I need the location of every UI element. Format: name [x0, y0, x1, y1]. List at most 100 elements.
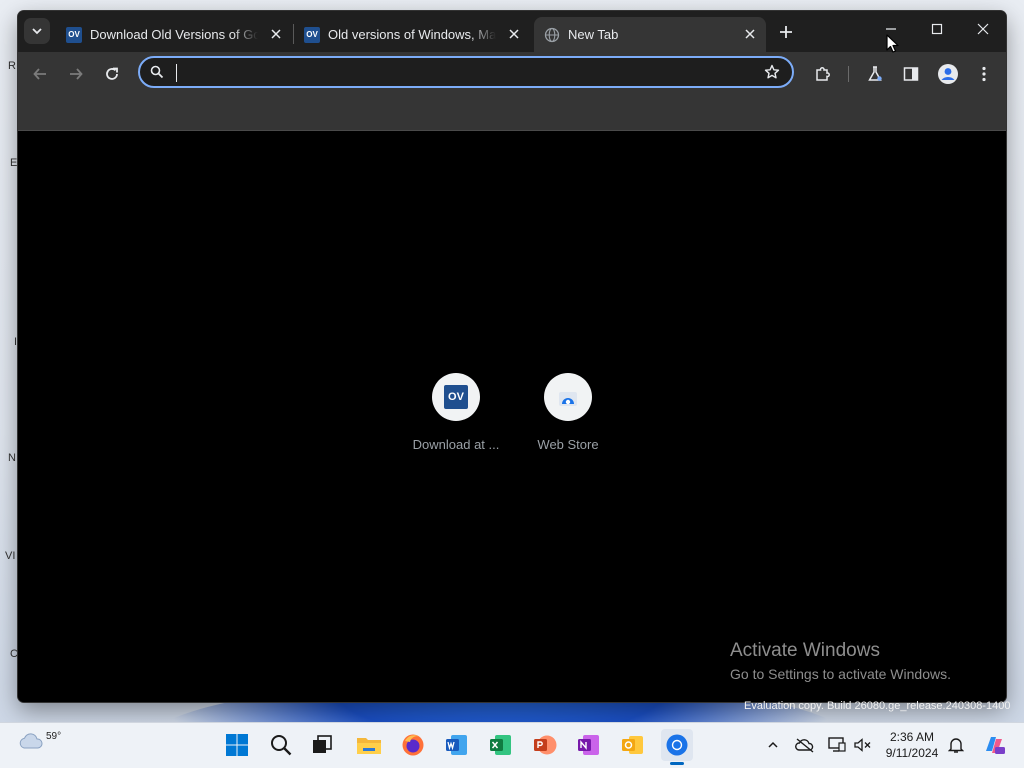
menu-button[interactable] [970, 60, 998, 88]
cloud-offline-icon [795, 738, 814, 753]
network-icon [828, 737, 846, 752]
tab-new-tab[interactable]: New Tab [534, 17, 766, 52]
powerpoint-icon [534, 735, 557, 755]
address-input[interactable] [176, 63, 740, 85]
speaker-muted-icon [854, 738, 871, 752]
system-clock[interactable]: 2:36 AM 9/11/2024 [880, 729, 944, 761]
notifications-button[interactable] [946, 735, 966, 755]
search-icon [150, 65, 164, 84]
word-button[interactable] [441, 729, 473, 761]
desktop-icon-label-fragment[interactable]: N [8, 452, 16, 464]
task-view-icon [313, 735, 332, 753]
onenote-icon [578, 735, 599, 755]
desktop-icon-label-fragment[interactable]: R [8, 60, 16, 72]
chrome-icon [666, 734, 688, 756]
web-store-icon [559, 392, 577, 406]
toolbar-divider [848, 66, 849, 82]
side-panel-icon [903, 67, 919, 81]
cloud-icon [19, 733, 43, 749]
firefox-button[interactable] [397, 729, 429, 761]
clock-date: 9/11/2024 [885, 746, 939, 760]
text-caret [176, 64, 177, 82]
ov-favicon-icon: OV [304, 26, 320, 43]
shortcut-download-at[interactable]: OV Download at ... [408, 373, 504, 452]
close-tab-icon[interactable] [742, 26, 758, 42]
arrow-left-icon [33, 68, 46, 80]
reload-button[interactable] [98, 60, 126, 88]
active-app-indicator [670, 762, 684, 765]
address-bar[interactable] [138, 56, 794, 88]
browser-toolbar [18, 52, 1006, 96]
tab-search-button[interactable] [24, 18, 50, 44]
taskbar-search-button[interactable] [265, 729, 297, 761]
chevron-down-icon [32, 28, 42, 35]
desktop-icon-label-fragment[interactable]: I [14, 336, 17, 348]
volume-tray-button[interactable] [853, 735, 873, 755]
clock-time: 2:36 AM [889, 730, 935, 744]
file-explorer-button[interactable] [353, 729, 385, 761]
globe-icon [544, 27, 560, 43]
show-hidden-icons-button[interactable] [763, 735, 783, 755]
shortcut-label: Download at ... [412, 437, 500, 452]
close-tab-icon[interactable] [268, 26, 284, 42]
back-button[interactable] [26, 60, 54, 88]
activation-subtitle: Go to Settings to activate Windows. [730, 666, 951, 682]
maximize-icon [931, 23, 943, 35]
bookmark-star-icon[interactable] [764, 64, 780, 85]
task-view-button[interactable] [306, 729, 338, 761]
folder-icon [357, 738, 381, 754]
copilot-button[interactable] [982, 733, 1006, 757]
start-button[interactable] [221, 729, 253, 761]
tab-title: Download Old Versions of Google [90, 27, 258, 42]
extensions-button[interactable] [809, 60, 837, 88]
labs-button[interactable] [861, 60, 889, 88]
word-icon [446, 735, 467, 755]
powerpoint-button[interactable] [529, 729, 561, 761]
tab-old-versions-windows-mac[interactable]: OV Old versions of Windows, Mac [294, 17, 530, 52]
chrome-button[interactable] [661, 729, 693, 761]
arrow-right-icon [70, 68, 83, 80]
shortcut-web-store[interactable]: Web Store [520, 373, 616, 452]
mouse-cursor-icon [886, 34, 900, 59]
desktop-icon-label-fragment[interactable]: E [10, 157, 17, 169]
maximize-button[interactable] [914, 11, 960, 47]
flask-icon [868, 66, 882, 81]
bookmarks-bar [18, 96, 1006, 131]
tab-strip: OV Download Old Versions of Google OV Ol… [18, 11, 1006, 52]
plus-icon [780, 26, 792, 38]
tab-download-old-versions[interactable]: OV Download Old Versions of Google [56, 17, 292, 52]
shortcut-label: Web Store [537, 437, 599, 452]
excel-button[interactable] [485, 729, 517, 761]
chevron-up-icon [768, 741, 778, 748]
avatar-icon [938, 64, 958, 84]
taskbar: 59° 2:36 AM 9/11/2024 [0, 722, 1024, 768]
activation-watermark: Activate Windows Go to Settings to activ… [730, 640, 951, 682]
side-panel-button[interactable] [897, 60, 925, 88]
tab-title: New Tab [568, 27, 619, 42]
weather-widget[interactable]: 59° [18, 731, 61, 751]
close-window-button[interactable] [960, 11, 1006, 47]
profile-button[interactable] [934, 60, 962, 88]
ov-logo-icon: OV [444, 385, 468, 409]
desktop-icon-label-fragment[interactable]: C [10, 648, 18, 660]
onenote-button[interactable] [573, 729, 605, 761]
new-tab-page: OV Download at ... Web Store [18, 131, 1006, 702]
browser-window: OV Download Old Versions of Google OV Ol… [18, 11, 1006, 702]
onedrive-tray-button[interactable] [795, 735, 815, 755]
close-tab-icon[interactable] [506, 26, 522, 42]
activation-title: Activate Windows [730, 640, 880, 661]
bell-icon [948, 738, 964, 753]
network-tray-button[interactable] [827, 735, 847, 755]
desktop-icon-label-fragment[interactable]: VI [5, 550, 15, 562]
new-tab-button[interactable] [774, 20, 798, 44]
forward-button[interactable] [62, 60, 90, 88]
outlook-button[interactable] [617, 729, 649, 761]
tab-title: Old versions of Windows, Mac [328, 27, 496, 42]
firefox-icon [402, 734, 424, 756]
kebab-menu-icon [982, 66, 986, 82]
search-icon [271, 735, 292, 756]
evaluation-copy-text: Evaluation copy. Build 26080.ge_release.… [744, 700, 1011, 712]
close-icon [977, 23, 989, 35]
excel-icon [490, 735, 511, 755]
puzzle-icon [816, 67, 830, 81]
